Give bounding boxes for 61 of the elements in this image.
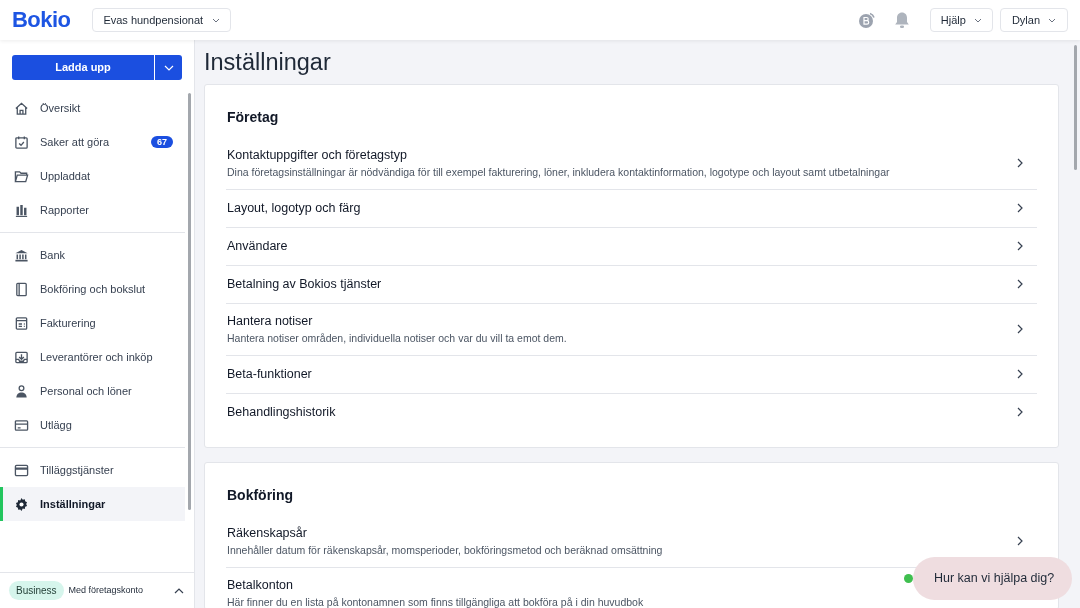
chevron-right-icon <box>1017 369 1023 379</box>
settings-row[interactable]: Användare <box>226 227 1037 266</box>
sidebar-item[interactable]: Bank <box>0 238 185 272</box>
sidebar-item[interactable]: Utlägg <box>0 408 185 442</box>
company-selector[interactable]: Evas hundpensionat <box>92 8 232 32</box>
chevron-right-icon <box>1017 158 1023 168</box>
chevron-right-icon <box>1017 203 1023 213</box>
invoice-icon <box>14 315 29 331</box>
upload-menu-button[interactable] <box>155 55 182 80</box>
sidebar-item[interactable]: Saker att göra 67 <box>0 125 185 159</box>
person-icon <box>14 383 29 399</box>
settings-row[interactable]: Behandlingshistorik <box>226 393 1037 431</box>
sidebar-item[interactable]: Inställningar <box>0 487 185 521</box>
bank-icon <box>14 247 29 263</box>
settings-row[interactable]: Hantera notiser Hantera notiser områden, individuella notiser och var du vill ta emot dem. <box>226 303 1037 356</box>
calendar-check-icon <box>14 134 29 150</box>
tray-download-icon <box>14 349 29 365</box>
sidebar-item[interactable]: Leverantörer och inköp <box>0 340 185 374</box>
count-badge: 67 <box>151 136 173 148</box>
page-scrollbar[interactable] <box>1074 45 1077 170</box>
section-heading: Företag <box>227 108 280 125</box>
sidebar-item[interactable]: Uppladdat <box>0 159 185 193</box>
page-title: Inställningar <box>204 51 332 75</box>
settings-row[interactable]: Betalning av Bokios tjänster <box>226 265 1037 304</box>
sidebar-scrollbar[interactable] <box>188 93 191 510</box>
help-menu-button[interactable]: Hjälp <box>929 8 993 32</box>
sidebar-item[interactable]: Rapporter <box>0 193 185 227</box>
chevron-right-icon <box>1017 279 1023 289</box>
upload-button[interactable]: Ladda upp <box>12 55 154 80</box>
chevron-down-icon <box>1048 17 1056 23</box>
bar-chart-icon <box>14 202 29 218</box>
chevron-down-icon <box>973 17 982 23</box>
sidebar-item[interactable]: Fakturering <box>0 306 185 340</box>
section-heading: Bokföring <box>227 486 295 503</box>
settings-row[interactable]: Layout, logotyp och färg <box>226 189 1037 228</box>
sidebar-item[interactable]: Tilläggstjänster <box>0 453 185 487</box>
coin-icon[interactable] <box>857 11 876 29</box>
plan-badge: Business <box>9 581 64 600</box>
home-icon <box>14 100 29 116</box>
chevron-down-icon <box>212 17 221 23</box>
sidebar-item[interactable]: Bokföring och bokslut <box>0 272 185 306</box>
chevron-right-icon <box>1017 536 1023 546</box>
window-icon <box>14 462 29 478</box>
folder-icon <box>14 168 29 184</box>
chat-prompt-toast[interactable]: Hur kan vi hjälpa dig? <box>913 557 1072 600</box>
chevron-right-icon <box>1017 407 1023 417</box>
book-icon <box>14 281 29 297</box>
chevron-right-icon <box>1017 241 1023 251</box>
chevron-down-icon <box>163 64 174 71</box>
settings-icon <box>14 496 29 512</box>
logo[interactable]: Bokio <box>12 9 71 31</box>
settings-row[interactable]: Kontaktuppgifter och företagstyp Dina företagsinställningar är nödvändiga för till exempel fakturering, löner, inkludera kontaktinformation, logotype och layout samt utbetalningar <box>226 137 1037 190</box>
settings-row[interactable]: Beta-funktioner <box>226 355 1037 394</box>
sidebar-item[interactable]: Översikt <box>0 91 185 125</box>
card-icon <box>14 417 29 433</box>
sidebar-item[interactable]: Personal och löner <box>0 374 185 408</box>
chevron-up-icon[interactable] <box>174 587 184 594</box>
chevron-right-icon <box>1017 324 1023 334</box>
notification-bell-icon[interactable] <box>893 11 910 29</box>
user-menu-button[interactable]: Dylan <box>999 8 1068 32</box>
plan-label: Med företagskonto <box>68 583 144 597</box>
